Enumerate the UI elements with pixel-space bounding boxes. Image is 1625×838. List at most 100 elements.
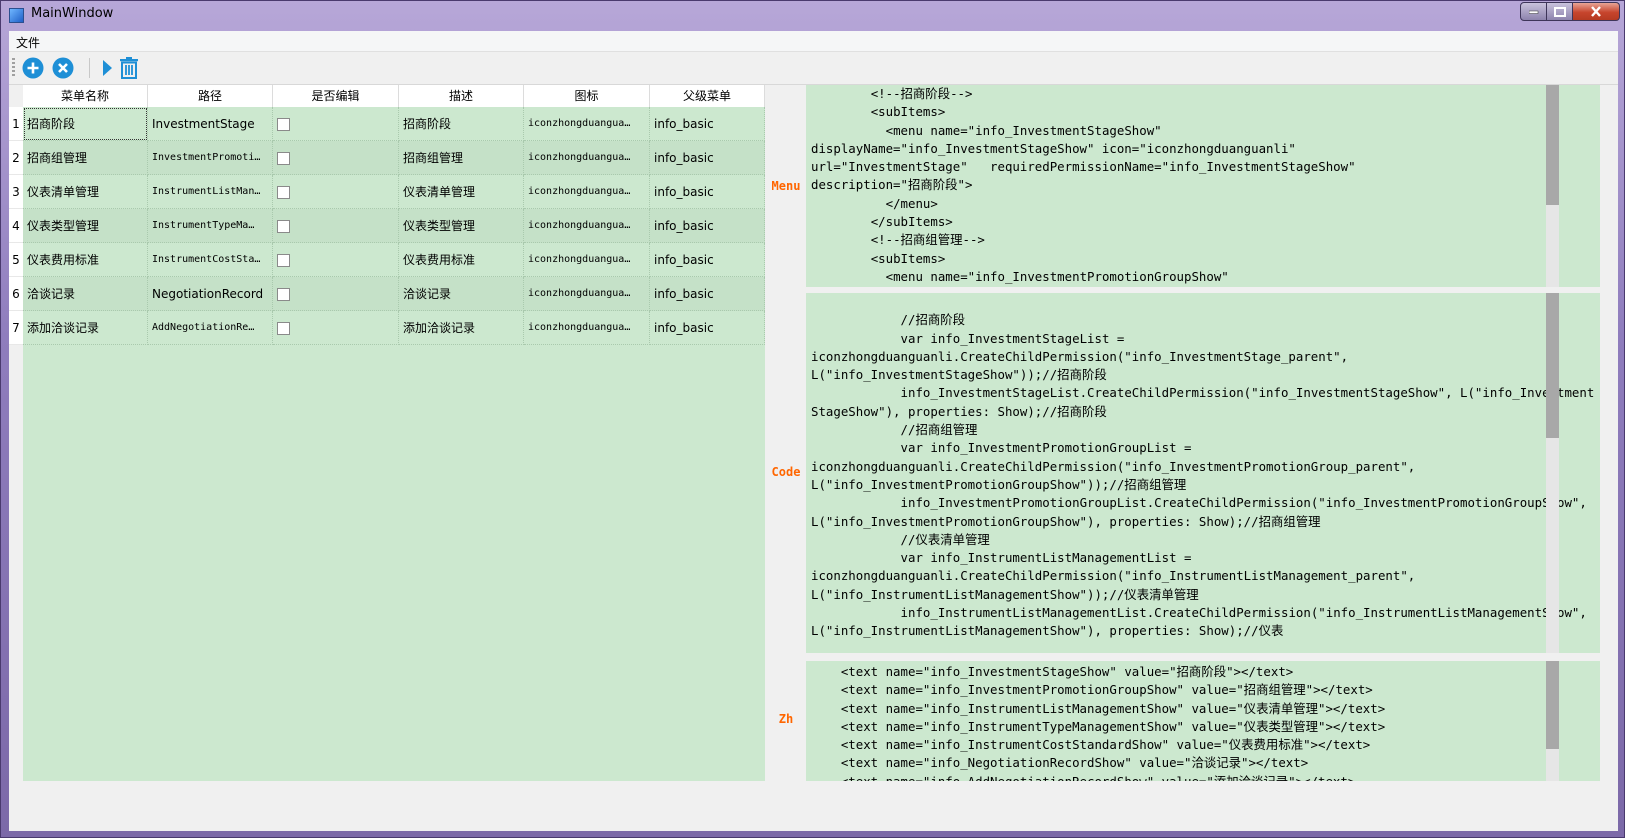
cell-icon[interactable]: iconzhongduangua… <box>524 107 650 141</box>
caption-buttons <box>1520 2 1620 22</box>
maximize-button[interactable] <box>1547 2 1573 21</box>
cell-menu-name[interactable]: 添加洽谈记录 <box>23 311 148 345</box>
table-row[interactable]: 招商组管理 InvestmentPromoti… 招商组管理 iconzhong… <box>23 141 765 175</box>
code-textbox[interactable]: //招商阶段 var info_InvestmentStageList = ic… <box>806 293 1600 653</box>
x-circle-icon[interactable] <box>51 56 75 80</box>
row-number[interactable]: 1 <box>9 107 23 141</box>
code-scrollbar-thumb[interactable] <box>1546 293 1559 438</box>
plus-circle-icon[interactable] <box>21 56 45 80</box>
cell-editable[interactable] <box>273 243 399 277</box>
cell-description[interactable]: 仪表类型管理 <box>399 209 524 243</box>
table-row[interactable]: 洽谈记录 NegotiationRecord 洽谈记录 iconzhongdua… <box>23 277 765 311</box>
client-area: 文件 菜单名称 路径 是否编辑 描述 图标 父级菜单 1 2 3 4 5 6 7… <box>9 31 1618 831</box>
cell-path[interactable]: InvestmentPromoti… <box>148 141 273 175</box>
cell-icon[interactable]: iconzhongduangua… <box>524 209 650 243</box>
cell-menu-name[interactable]: 仪表费用标准 <box>23 243 148 277</box>
menu-scrollbar[interactable] <box>1546 85 1559 287</box>
cell-parent-menu[interactable]: info_basic <box>650 311 765 345</box>
column-header-menu-name[interactable]: 菜单名称 <box>23 85 148 107</box>
cell-path[interactable]: NegotiationRecord <box>148 277 273 311</box>
editable-checkbox[interactable] <box>277 118 290 131</box>
close-button[interactable] <box>1573 2 1620 21</box>
status-bar <box>9 783 1618 805</box>
toolbar-grip[interactable] <box>12 58 15 78</box>
cell-editable[interactable] <box>273 107 399 141</box>
minimize-button[interactable] <box>1520 2 1547 21</box>
row-header: 1 2 3 4 5 6 7 <box>9 107 23 345</box>
zh-textbox[interactable]: <text name="info_InvestmentStageShow" va… <box>806 661 1600 781</box>
cell-icon[interactable]: iconzhongduangua… <box>524 141 650 175</box>
row-number[interactable]: 5 <box>9 243 23 277</box>
cell-menu-name[interactable]: 洽谈记录 <box>23 277 148 311</box>
cell-icon[interactable]: iconzhongduangua… <box>524 243 650 277</box>
table-row[interactable]: 添加洽谈记录 AddNegotiationRe… 添加洽谈记录 iconzhon… <box>23 311 765 345</box>
menu-scrollbar-thumb[interactable] <box>1546 85 1559 205</box>
editable-checkbox[interactable] <box>277 152 290 165</box>
table-row[interactable]: 仪表类型管理 InstrumentTypeMa… 仪表类型管理 iconzhon… <box>23 209 765 243</box>
editable-checkbox[interactable] <box>277 254 290 267</box>
title-bar[interactable]: MainWindow <box>1 1 1625 29</box>
cell-editable[interactable] <box>273 209 399 243</box>
cell-menu-name[interactable]: 仪表类型管理 <box>23 209 148 243</box>
cell-editable[interactable] <box>273 175 399 209</box>
table-row[interactable]: 仪表费用标准 InstrumentCostSta… 仪表费用标准 iconzho… <box>23 243 765 277</box>
table-row[interactable]: 仪表清单管理 InstrumentListMan… 仪表清单管理 iconzho… <box>23 175 765 209</box>
editable-checkbox[interactable] <box>277 220 290 233</box>
close-icon <box>1590 6 1602 17</box>
cell-icon[interactable]: iconzhongduangua… <box>524 175 650 209</box>
cell-parent-menu[interactable]: info_basic <box>650 277 765 311</box>
trash-icon[interactable] <box>117 56 141 80</box>
cell-path[interactable]: AddNegotiationRe… <box>148 311 273 345</box>
zh-label: Zh <box>769 712 803 726</box>
table-row[interactable]: 招商阶段 InvestmentStage 招商阶段 iconzhongduang… <box>23 107 765 141</box>
cell-parent-menu[interactable]: info_basic <box>650 243 765 277</box>
row-number[interactable]: 4 <box>9 209 23 243</box>
cell-parent-menu[interactable]: info_basic <box>650 107 765 141</box>
cell-path[interactable]: InstrumentCostSta… <box>148 243 273 277</box>
cell-description[interactable]: 仪表清单管理 <box>399 175 524 209</box>
code-scrollbar[interactable] <box>1546 293 1559 653</box>
cell-editable[interactable] <box>273 311 399 345</box>
cell-description[interactable]: 添加洽谈记录 <box>399 311 524 345</box>
cell-description[interactable]: 招商组管理 <box>399 141 524 175</box>
column-header-description[interactable]: 描述 <box>399 85 524 107</box>
cell-path[interactable]: InstrumentTypeMa… <box>148 209 273 243</box>
column-header-icon[interactable]: 图标 <box>524 85 650 107</box>
cell-parent-menu[interactable]: info_basic <box>650 209 765 243</box>
column-header-editable[interactable]: 是否编辑 <box>273 85 399 107</box>
cell-menu-name[interactable]: 招商组管理 <box>23 141 148 175</box>
cell-parent-menu[interactable]: info_basic <box>650 175 765 209</box>
menu-file[interactable]: 文件 <box>16 34 40 51</box>
cell-menu-name[interactable]: 招商阶段 <box>23 107 148 141</box>
column-header-parent-menu[interactable]: 父级菜单 <box>650 85 765 107</box>
menu-xml-textbox[interactable]: <!--招商阶段--> <subItems> <menu name="info_… <box>806 85 1600 287</box>
play-icon[interactable] <box>95 56 119 80</box>
cell-description[interactable]: 仪表费用标准 <box>399 243 524 277</box>
cell-menu-name[interactable]: 仪表清单管理 <box>23 175 148 209</box>
editable-checkbox[interactable] <box>277 288 290 301</box>
code-text: //招商阶段 var info_InvestmentStageList = ic… <box>806 293 1600 641</box>
cell-icon[interactable]: iconzhongduangua… <box>524 311 650 345</box>
row-number[interactable]: 3 <box>9 175 23 209</box>
cell-parent-menu[interactable]: info_basic <box>650 141 765 175</box>
zh-scrollbar-thumb[interactable] <box>1546 661 1559 749</box>
cell-description[interactable]: 招商阶段 <box>399 107 524 141</box>
row-number[interactable]: 6 <box>9 277 23 311</box>
code-label: Code <box>769 465 803 479</box>
zh-scrollbar[interactable] <box>1546 661 1559 781</box>
window-title: MainWindow <box>31 6 113 21</box>
editable-checkbox[interactable] <box>277 186 290 199</box>
column-header-path[interactable]: 路径 <box>148 85 273 107</box>
cell-icon[interactable]: iconzhongduangua… <box>524 277 650 311</box>
row-number[interactable]: 2 <box>9 141 23 175</box>
cell-path[interactable]: InvestmentStage <box>148 107 273 141</box>
menu-bar: 文件 <box>9 31 1618 52</box>
cell-path[interactable]: InstrumentListMan… <box>148 175 273 209</box>
cell-description[interactable]: 洽谈记录 <box>399 277 524 311</box>
editable-checkbox[interactable] <box>277 322 290 335</box>
cell-editable[interactable] <box>273 141 399 175</box>
cell-editable[interactable] <box>273 277 399 311</box>
table-header: 菜单名称 路径 是否编辑 描述 图标 父级菜单 <box>23 85 765 108</box>
app-icon <box>9 8 24 23</box>
row-number[interactable]: 7 <box>9 311 23 345</box>
